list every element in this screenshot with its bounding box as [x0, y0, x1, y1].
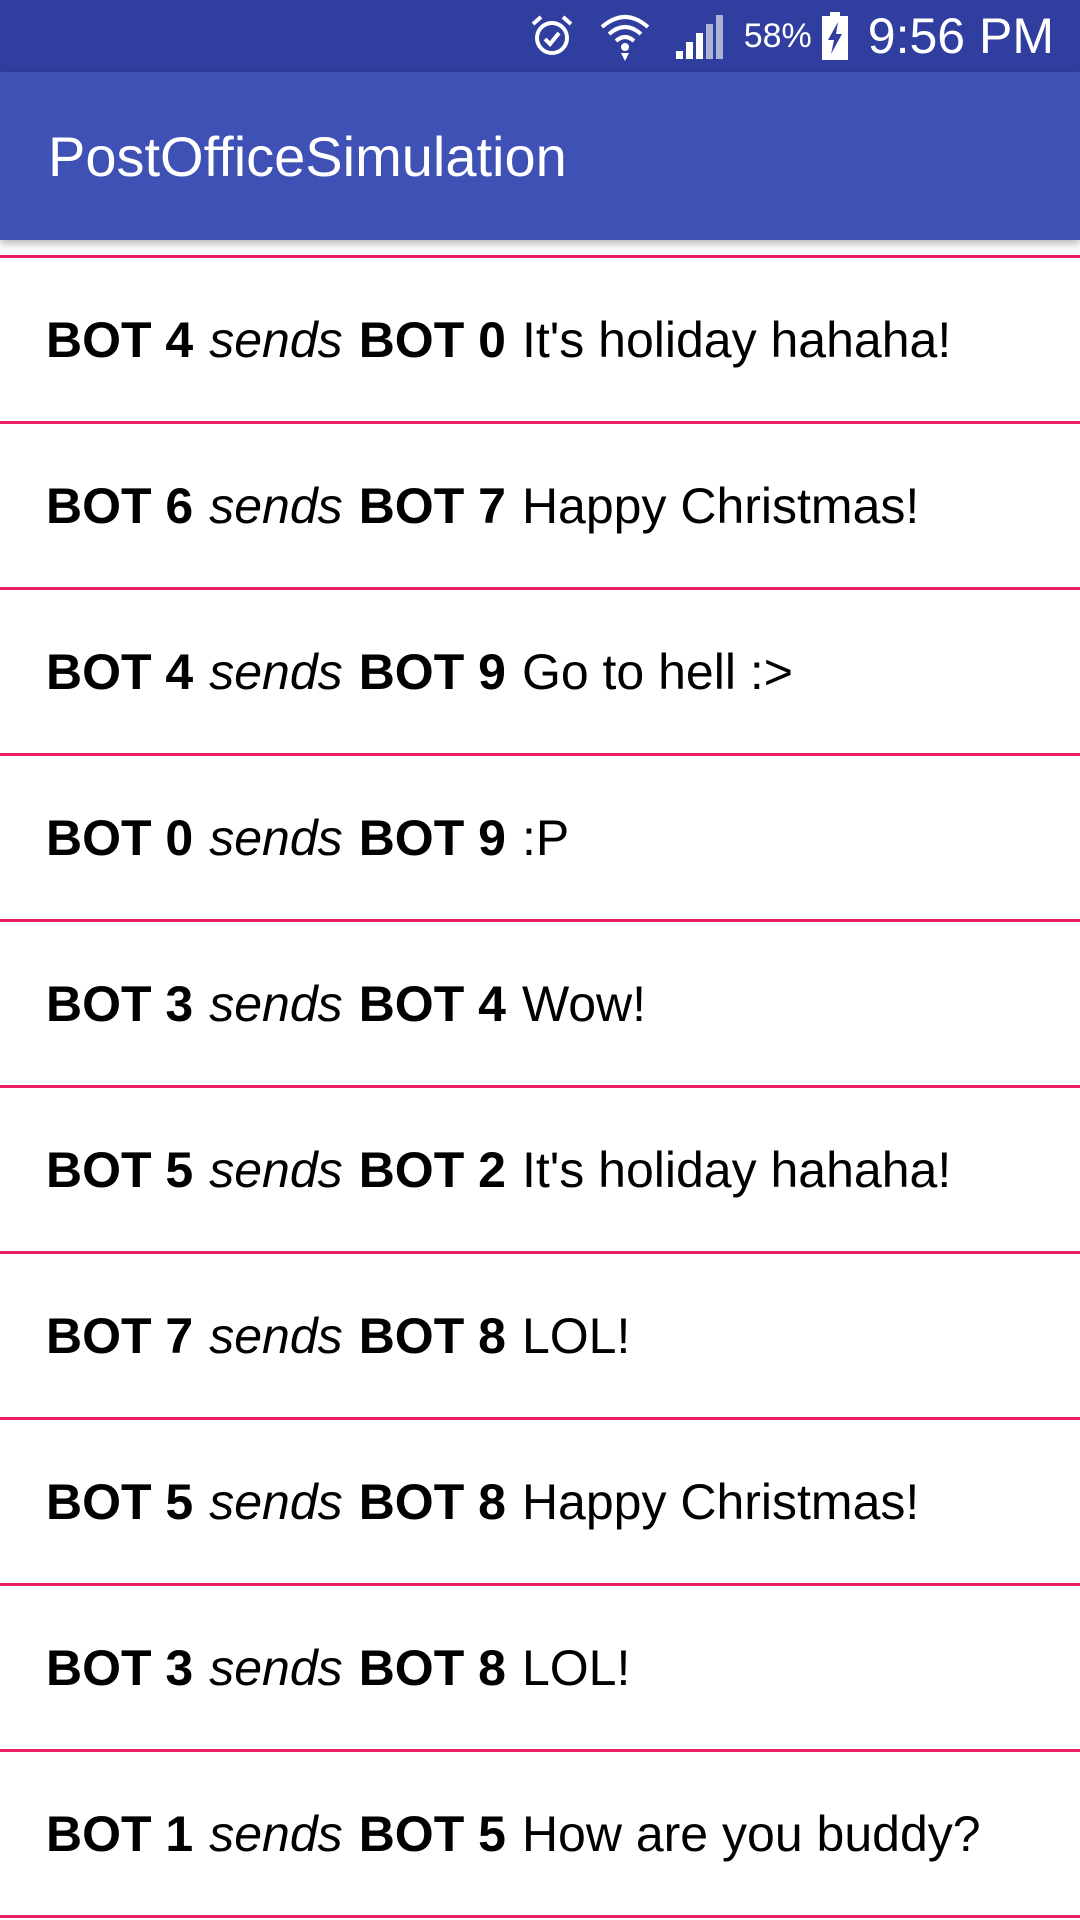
message-text: Go to hell :>: [521, 643, 793, 700]
list-item[interactable]: BOT 4 sends BOT 9 Go to hell :>: [0, 590, 1080, 756]
verb-label: sends: [209, 1639, 343, 1696]
message-text: LOL!: [521, 1307, 631, 1364]
list-item[interactable]: BOT 1 sends BOT 5 How are you buddy?: [0, 1752, 1080, 1918]
list-item[interactable]: BOT 4 sends BOT 0 It's holiday hahaha!: [0, 258, 1080, 424]
list-item[interactable]: BOT 0 sends BOT 9 :P: [0, 756, 1080, 922]
sender-label: BOT 0: [46, 809, 194, 866]
list-item[interactable]: BOT 5 sends BOT 8 Happy Christmas!: [0, 1420, 1080, 1586]
alarm-icon: [528, 12, 576, 60]
sender-label: BOT 6: [46, 477, 194, 534]
message-text: Wow!: [521, 975, 647, 1032]
receiver-label: BOT 4: [358, 975, 506, 1032]
verb-label: sends: [209, 1307, 343, 1364]
receiver-label: BOT 2: [358, 1141, 506, 1198]
receiver-label: BOT 9: [358, 809, 506, 866]
status-bar: 58% 9:56 PM: [0, 0, 1080, 72]
verb-label: sends: [209, 311, 343, 368]
message-list[interactable]: BOT 4 sends BOT 0 It's holiday hahaha! BOT 6…: [0, 240, 1080, 1920]
verb-label: sends: [209, 477, 343, 534]
list-divider: [0, 240, 1080, 258]
verb-label: sends: [209, 643, 343, 700]
message-text: It's holiday hahaha!: [521, 311, 952, 368]
sender-label: BOT 4: [46, 311, 194, 368]
list-item[interactable]: BOT 3 sends BOT 8 LOL!: [0, 1586, 1080, 1752]
list-item[interactable]: BOT 7 sends BOT 8 LOL!: [0, 1254, 1080, 1420]
receiver-label: BOT 8: [358, 1639, 506, 1696]
verb-label: sends: [209, 1805, 343, 1862]
sender-label: BOT 3: [46, 1639, 194, 1696]
verb-label: sends: [209, 1473, 343, 1530]
list-item[interactable]: BOT 6 sends BOT 7 Happy Christmas!: [0, 424, 1080, 590]
verb-label: sends: [209, 809, 343, 866]
wifi-icon: [598, 9, 652, 63]
sender-label: BOT 7: [46, 1307, 194, 1364]
sender-label: BOT 3: [46, 975, 194, 1032]
receiver-label: BOT 0: [358, 311, 506, 368]
battery-percent: 58%: [743, 16, 812, 55]
receiver-label: BOT 8: [358, 1473, 506, 1530]
message-text: Happy Christmas!: [521, 1473, 920, 1530]
message-text: How are you buddy?: [521, 1805, 981, 1862]
receiver-label: BOT 7: [358, 477, 506, 534]
app-bar: PostOfficeSimulation: [0, 72, 1080, 240]
verb-label: sends: [209, 1141, 343, 1198]
sender-label: BOT 4: [46, 643, 194, 700]
receiver-label: BOT 9: [358, 643, 506, 700]
cell-signal-icon: [674, 11, 724, 61]
clock: 9:56 PM: [867, 8, 1054, 64]
sender-label: BOT 5: [46, 1141, 194, 1198]
message-text: LOL!: [521, 1639, 631, 1696]
list-item[interactable]: BOT 3 sends BOT 4 Wow!: [0, 922, 1080, 1088]
list-item[interactable]: BOT 5 sends BOT 2 It's holiday hahaha!: [0, 1088, 1080, 1254]
sender-label: BOT 5: [46, 1473, 194, 1530]
message-text: :P: [521, 809, 570, 866]
sender-label: BOT 1: [46, 1805, 194, 1862]
message-text: It's holiday hahaha!: [521, 1141, 952, 1198]
verb-label: sends: [209, 975, 343, 1032]
app-title: PostOfficeSimulation: [48, 124, 567, 188]
message-text: Happy Christmas!: [521, 477, 920, 534]
battery-charging-icon: [820, 10, 850, 62]
receiver-label: BOT 5: [358, 1805, 506, 1862]
receiver-label: BOT 8: [358, 1307, 506, 1364]
